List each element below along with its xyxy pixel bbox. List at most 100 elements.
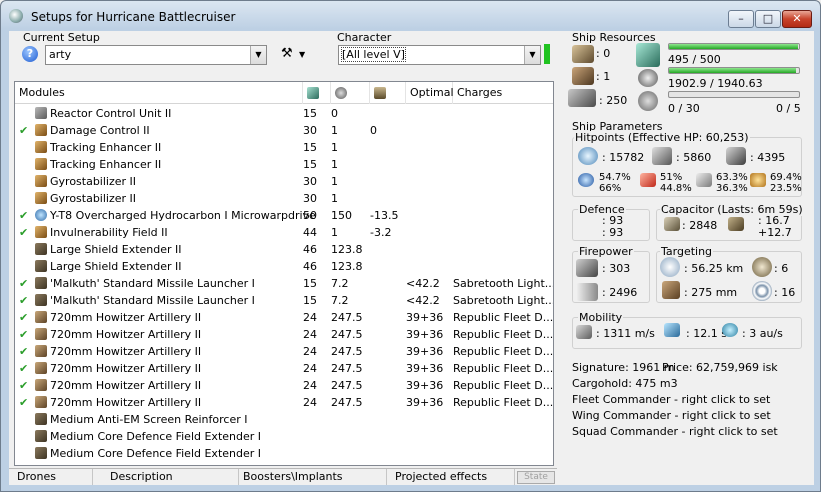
squad-commander-slot[interactable]: Squad Commander - right click to set (572, 425, 778, 438)
module-row[interactable]: Gyrostabilizer II 30 1 (15, 173, 553, 190)
active-check-icon[interactable]: ✔ (19, 394, 28, 411)
active-check-icon[interactable]: ✔ (19, 207, 28, 224)
module-row[interactable]: Tracking Enhancer II 15 1 (15, 139, 553, 156)
module-cpu: 24 (303, 362, 317, 375)
module-powergrid: 7.2 (331, 294, 349, 307)
column-header-optimal[interactable]: Optimal (406, 82, 454, 104)
target-range-value: : 56.25 km (684, 262, 744, 275)
module-row[interactable]: Medium Anti-EM Screen Reinforcer I (15, 411, 553, 428)
active-check-icon[interactable]: ✔ (19, 224, 28, 241)
capacitor-delta-2: +12.7 (758, 226, 792, 239)
module-icon (35, 362, 47, 374)
volley-value: : 2496 (602, 286, 638, 299)
active-check-icon[interactable]: ✔ (19, 122, 28, 139)
module-row[interactable]: Reactor Control Unit II 15 0 (15, 105, 553, 122)
module-cpu: 15 (303, 294, 317, 307)
module-name: Invulnerability Field II (50, 226, 168, 239)
cargohold-text: Cargohold: 475 m3 (572, 377, 678, 390)
module-row[interactable]: ✔ 720mm Howitzer Artillery II 24 247.5 39+36… (15, 309, 553, 326)
window-title: Setups for Hurricane Battlecruiser (31, 10, 236, 24)
current-setup-label: Current Setup (23, 31, 100, 44)
tab-boosters-implants[interactable]: Boosters\Implants (239, 469, 387, 485)
fleet-commander-slot[interactable]: Fleet Commander - right click to set (572, 393, 770, 406)
module-name: Large Shield Extender II (50, 243, 182, 256)
module-row[interactable]: ✔ Y-T8 Overcharged Hydrocarbon I Microwar… (15, 207, 553, 224)
column-header-powergrid[interactable] (331, 82, 370, 104)
module-name: Y-T8 Overcharged Hydrocarbon I Microwarp… (50, 209, 316, 222)
app-window: Setups for Hurricane Battlecruiser – □ ✕… (0, 0, 821, 492)
chevron-down-icon[interactable]: ▼ (299, 50, 305, 59)
module-capacitor: -3.2 (370, 226, 392, 239)
module-optimal: <42.2 (406, 277, 440, 290)
module-row[interactable]: ✔ 720mm Howitzer Artillery II 24 247.5 39+36… (15, 343, 554, 360)
active-check-icon[interactable]: ✔ (19, 309, 28, 326)
minimize-button[interactable]: – (728, 10, 754, 28)
module-icon (35, 243, 47, 255)
module-cpu: 30 (303, 192, 317, 205)
tab-description[interactable]: Description (106, 469, 239, 485)
help-icon[interactable]: ? (22, 46, 38, 62)
module-row[interactable]: ✔ 'Malkuth' Standard Missile Launcher I 15… (15, 275, 553, 292)
cpu-icon (307, 87, 319, 99)
module-name: 720mm Howitzer Artillery II (50, 328, 202, 341)
active-check-icon[interactable]: ✔ (19, 343, 28, 360)
module-row[interactable]: Gyrostabilizer II 30 1 (15, 190, 553, 207)
module-powergrid: 7.2 (331, 277, 349, 290)
armor-hp-value: : 5860 (676, 151, 712, 164)
wing-commander-slot[interactable]: Wing Commander - right click to set (572, 409, 771, 422)
drone-bay-value: 0 / 30 (668, 102, 700, 115)
res-kin-2: 36.3% (716, 183, 748, 194)
firepower-title: Firepower (578, 245, 634, 258)
title-bar[interactable]: Setups for Hurricane Battlecruiser – □ ✕ (1, 1, 820, 31)
module-row[interactable]: ✔ 'Malkuth' Standard Missile Launcher I 15… (15, 292, 553, 309)
warp-speed-icon (722, 323, 738, 337)
client-area: Current Setup ? arty ▼ ⚒ ▼ Character [Al… (9, 31, 814, 485)
module-row[interactable]: ✔ 720mm Howitzer Artillery II 24 247.5 39+36… (15, 360, 553, 377)
module-icon (35, 396, 47, 408)
module-powergrid: 247.5 (331, 379, 363, 392)
module-charges: Republic Fleet D... (453, 345, 554, 358)
character-select[interactable]: [All level V] ▼ (338, 45, 541, 65)
module-capacitor: -13.5 (370, 209, 399, 222)
cpu-value: 495 / 500 (668, 53, 721, 66)
maximize-button[interactable]: □ (755, 10, 781, 28)
tab-drones[interactable]: Drones (13, 469, 93, 485)
module-row[interactable]: ✔ 720mm Howitzer Artillery II 24 247.5 39+36… (15, 377, 553, 394)
explosive-resist-icon (750, 173, 766, 187)
state-button[interactable]: State (517, 471, 555, 484)
hitpoints-title: Hitpoints (Effective HP: 60,253) (574, 131, 750, 144)
active-check-icon[interactable]: ✔ (19, 360, 28, 377)
column-header-cpu[interactable] (303, 82, 331, 104)
module-row[interactable]: Large Shield Extender II 46 123.8 (15, 258, 553, 275)
module-icon (35, 192, 47, 204)
module-icon (35, 209, 47, 221)
wrench-icon[interactable]: ⚒ (281, 47, 295, 61)
module-row[interactable]: Medium Core Defence Field Extender I (15, 428, 553, 445)
column-header-capacitor[interactable] (370, 82, 406, 104)
module-icon (35, 379, 47, 391)
active-check-icon[interactable]: ✔ (19, 275, 28, 292)
module-row[interactable]: Tracking Enhancer II 15 1 (15, 156, 553, 173)
module-row[interactable]: ✔ 720mm Howitzer Artillery II 24 247.5 39+36… (15, 326, 553, 343)
close-button[interactable]: ✕ (782, 10, 812, 28)
module-cpu: 50 (303, 209, 317, 222)
module-cpu: 46 (303, 243, 317, 256)
module-row[interactable]: ✔ Damage Control II 30 1 0 (15, 122, 553, 139)
res-th-1: 51% (660, 172, 683, 183)
current-setup-select[interactable]: arty ▼ (45, 45, 267, 65)
module-row[interactable]: Large Shield Extender II 46 123.8 (15, 241, 553, 258)
column-header-charges[interactable]: Charges (453, 82, 553, 104)
module-icon (35, 141, 47, 153)
column-header-modules[interactable]: Modules (15, 82, 303, 104)
active-check-icon[interactable]: ✔ (19, 292, 28, 309)
right-panel: Ship Resources : 0 : 1 : 250 495 / 500 1… (562, 31, 814, 485)
calibration-value: : 250 (599, 94, 628, 107)
price-text: Price: 62,759,969 isk (662, 361, 778, 374)
modules-list[interactable]: Modules Optimal Charges Reactor Control … (14, 81, 554, 466)
module-row[interactable]: ✔ Invulnerability Field II 44 1 -3.2 (15, 224, 553, 241)
active-check-icon[interactable]: ✔ (19, 377, 28, 394)
module-row[interactable]: ✔ 720mm Howitzer Artillery II 24 247.5 39+36… (15, 394, 553, 411)
active-check-icon[interactable]: ✔ (19, 326, 28, 343)
module-row[interactable]: Medium Core Defence Field Extender I (15, 445, 553, 462)
tab-projected-effects[interactable]: Projected effects (391, 469, 515, 485)
